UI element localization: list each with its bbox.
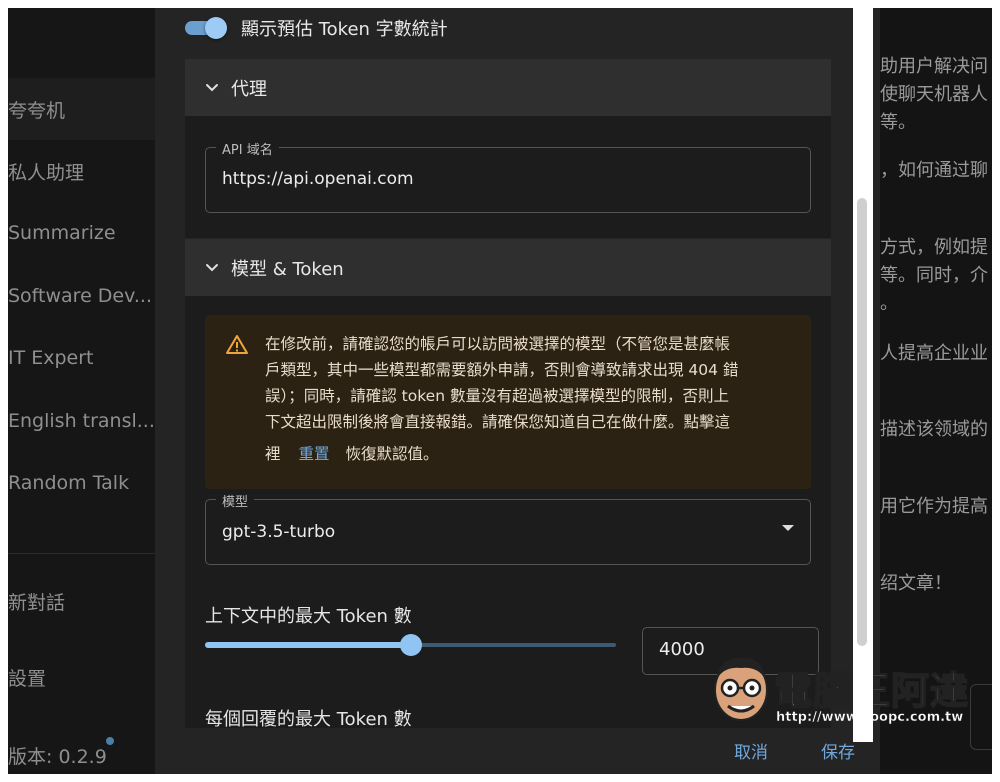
sidebar-item-random-talk[interactable]: Random Talk xyxy=(8,452,155,514)
token-count-toggle[interactable] xyxy=(185,17,229,39)
model-warning-alert: 在修改前，請確認您的帳戶可以訪問被選擇的模型（不管您是甚麼帳 戶類型，其中一些模… xyxy=(205,315,811,489)
dialog-scrollbar[interactable] xyxy=(853,8,873,742)
toggle-knob xyxy=(205,17,227,39)
sidebar-item-label: English transl... xyxy=(8,410,155,432)
slider-fill xyxy=(205,642,411,648)
sidebar-item-label: Summarize xyxy=(8,222,116,244)
bg-text-line: 方式，例如提 xyxy=(880,237,988,258)
token-count-toggle-row: 顯示預估 Token 字數統計 xyxy=(185,14,448,42)
proxy-section-title: 代理 xyxy=(231,78,267,100)
sidebar-item-label: Random Talk xyxy=(8,472,130,494)
sidebar-item-kuakuaji[interactable]: 夸夸机 xyxy=(8,78,155,140)
sidebar-item-english-translator[interactable]: English transl... xyxy=(8,390,155,452)
bg-text-line: ，如何通过聊 xyxy=(880,160,988,181)
sidebar-item-it-expert[interactable]: IT Expert xyxy=(8,327,155,389)
warning-line: 在修改前，請確認您的帳戶可以訪問被選擇的模型（不管您是甚麼帳 xyxy=(265,335,731,353)
cancel-button[interactable]: 取消 xyxy=(734,738,768,763)
model-token-section-header[interactable]: 模型 & Token xyxy=(185,239,831,296)
proxy-section-header[interactable]: 代理 xyxy=(185,59,831,116)
reset-link[interactable]: 重置 xyxy=(299,445,330,463)
warning-text-suffix: 恢復默認值。 xyxy=(345,445,439,463)
warning-icon xyxy=(226,335,248,354)
slider-thumb[interactable] xyxy=(399,634,422,656)
settings-scroll-area: 顯示預估 Token 字數統計 代理 API 域名 https://api.op… xyxy=(155,8,880,728)
sidebar-item-label: 私人助理 xyxy=(8,161,85,184)
warning-text-prefix: 裡 xyxy=(265,445,281,463)
warning-text: 在修改前，請確認您的帳戶可以訪問被選擇的模型（不管您是甚麼帳 戶類型，其中一些模… xyxy=(265,331,795,467)
sidebar-item-label: IT Expert xyxy=(8,347,94,369)
model-select-value: gpt-3.5-turbo xyxy=(222,522,336,542)
sidebar-divider xyxy=(8,553,155,554)
token-count-toggle-label: 顯示預估 Token 字數統計 xyxy=(241,19,448,40)
max-reply-tokens-label: 每個回覆的最大 Token 數 xyxy=(205,709,412,728)
bg-text-line: 。 xyxy=(880,293,898,314)
bg-text-line: 描述该领域的 xyxy=(880,419,988,440)
scrollbar-thumb[interactable] xyxy=(857,198,867,646)
api-domain-value: https://api.openai.com xyxy=(222,169,414,189)
bg-text-line: 等。同时，介 xyxy=(880,265,988,286)
model-select-label: 模型 xyxy=(216,491,255,510)
sidebar: 夸夸机 私人助理 Summarize Software Dev... IT Ex… xyxy=(8,8,155,774)
mascot-face-icon xyxy=(714,657,768,721)
warning-line: 戶類型，其中一些模型都需要額外申請，否則會導致請求出現 404 錯 xyxy=(265,361,739,379)
dropdown-arrow-icon xyxy=(782,525,794,531)
app-frame: 夸夸机 私人助理 Summarize Software Dev... IT Ex… xyxy=(8,8,992,774)
bg-text-line: 使聊天机器人 xyxy=(880,84,988,105)
chevron-down-icon xyxy=(206,83,218,91)
settings-button[interactable]: 設置 xyxy=(8,664,46,691)
model-select[interactable]: 模型 gpt-3.5-turbo xyxy=(205,491,811,565)
chevron-down-icon xyxy=(206,263,218,271)
warning-line: 下文超出限制後將會直接報錯。請確保您知道自己在做什麼。點擊這 xyxy=(265,413,731,431)
max-context-tokens-value: 4000 xyxy=(659,639,705,660)
model-token-section-title: 模型 & Token xyxy=(231,258,344,280)
sidebar-item-label: Software Dev... xyxy=(8,285,153,307)
warning-line: 誤）；同時，請確認 token 數量沒有超過被選擇模型的限制，否則上 xyxy=(265,387,729,405)
version-text: 版本: 0.2.9 xyxy=(8,746,107,768)
proxy-section-body: API 域名 https://api.openai.com xyxy=(185,116,831,238)
sidebar-item-summarize[interactable]: Summarize xyxy=(8,202,155,264)
sidebar-item-label: 夸夸机 xyxy=(8,99,66,122)
update-dot-icon xyxy=(106,737,114,745)
bg-text-line: 等。 xyxy=(880,112,916,133)
sidebar-item-personal-assistant[interactable]: 私人助理 xyxy=(8,140,155,202)
new-chat-button[interactable]: 新對話 xyxy=(8,588,65,615)
bg-text-line: 人提高企业业 xyxy=(880,343,988,364)
api-domain-field[interactable]: API 域名 https://api.openai.com xyxy=(205,139,811,213)
bg-text-line: 助用户解决问 xyxy=(880,56,988,77)
max-context-tokens-slider[interactable] xyxy=(205,634,616,656)
max-context-tokens-label: 上下文中的最大 Token 數 xyxy=(205,606,412,627)
api-domain-label: API 域名 xyxy=(216,139,279,158)
save-button[interactable]: 保存 xyxy=(821,738,855,763)
bg-text-line: 用它作为提高 xyxy=(880,496,988,517)
warning-line: 裡重置 恢復默認值。 xyxy=(265,441,795,467)
sidebar-item-software-dev[interactable]: Software Dev... xyxy=(8,265,155,327)
bg-text-line: 绍文章！ xyxy=(880,573,952,594)
watermark-logo: 電腦王阿達 http://www.koopc.com.tw xyxy=(708,650,978,736)
